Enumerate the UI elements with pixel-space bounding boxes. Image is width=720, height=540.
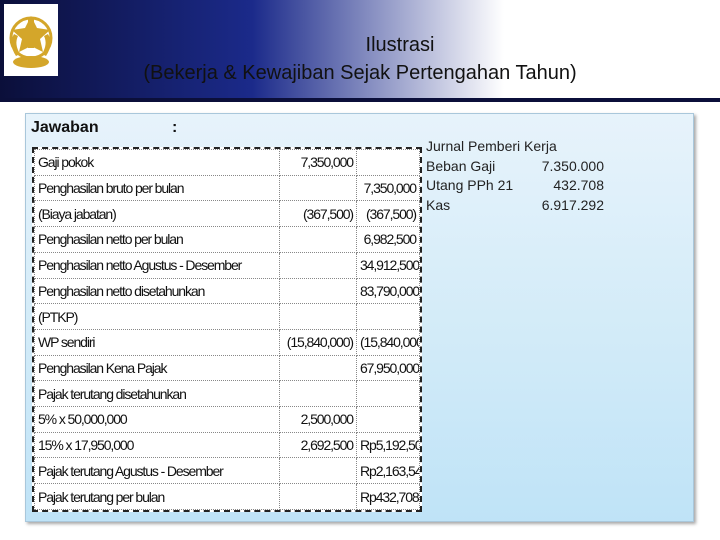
row-total: Rp5,192,500.00 <box>356 431 420 459</box>
row-label: Penghasilan netto Agustus - Desember <box>34 251 280 279</box>
answer-label: Jawaban <box>31 119 99 136</box>
row-value <box>279 303 357 330</box>
row-label: Pajak terutang Agustus - Desember <box>34 457 280 485</box>
table-row: Pajak terutang Agustus - Desember Rp2,16… <box>34 457 420 485</box>
row-total: Rp432,708.33 <box>356 483 420 510</box>
row-value <box>279 174 357 202</box>
row-value: 7,350,000 <box>279 149 357 176</box>
row-total <box>356 380 420 408</box>
table-row: Penghasilan netto per bulan 6,982,500 <box>34 226 420 253</box>
journal-amount: 7.350.000 <box>541 157 604 174</box>
journal-amount: 6.917.292 <box>541 196 604 213</box>
row-total: Rp2,163,541.67 <box>356 457 420 485</box>
row-label: Pajak terutang disetahunkan <box>34 380 280 408</box>
row-total: 7,350,000 <box>356 174 420 202</box>
row-label: Penghasilan Kena Pajak <box>34 354 280 382</box>
row-total: 6,982,500 <box>356 226 420 253</box>
journal-title: Jurnal Pemberi Kerja <box>426 138 557 154</box>
row-label: Gaji pokok <box>34 149 280 176</box>
row-value <box>279 457 357 485</box>
journal-row: Utang PPh 21 432.708 <box>426 176 626 196</box>
row-total <box>356 149 420 176</box>
row-value <box>279 354 357 382</box>
answer-colon: : <box>172 119 178 136</box>
table-row: Penghasilan bruto per bulan 7,350,000 <box>34 174 420 202</box>
slide-subtitle: (Bekerja & Kewajiban Sejak Pertengahan T… <box>143 62 577 84</box>
table-row: Gaji pokok 7,350,000 <box>34 149 420 176</box>
row-value: (367,500) <box>279 200 357 228</box>
row-value <box>279 226 357 253</box>
row-total: 34,912,500 <box>356 251 420 279</box>
table-row: (PTKP) <box>34 303 420 330</box>
table-row: Pajak terutang disetahunkan <box>34 380 420 408</box>
row-label: 15% x 17,950,000 <box>34 431 280 459</box>
row-total <box>356 303 420 330</box>
row-value <box>279 251 357 279</box>
row-value: 2,500,000 <box>279 406 357 433</box>
journal-row: Beban Gaji 7.350.000 <box>426 157 626 177</box>
row-value <box>279 483 357 510</box>
row-value <box>279 277 357 305</box>
row-total: 83,790,000 <box>356 277 420 305</box>
row-total: (15,840,000) <box>356 328 420 356</box>
tax-calculation-table: Gaji pokok 7,350,000 Penghasilan bruto p… <box>32 147 422 512</box>
table-row: (Biaya jabatan) (367,500) (367,500) <box>34 200 420 228</box>
row-value: (15,840,000) <box>279 328 357 356</box>
row-total: 67,950,000 <box>356 354 420 382</box>
table-row: WP sendiri (15,840,000) (15,840,000) <box>34 328 420 356</box>
table-row: Penghasilan Kena Pajak 67,950,000 <box>34 354 420 382</box>
table-row: 15% x 17,950,000 2,692,500 Rp5,192,500.0… <box>34 431 420 459</box>
journal-account: Kas <box>426 196 451 213</box>
journal-row: Kas 6.917.292 <box>426 196 626 216</box>
slide-title: Ilustrasi <box>365 34 435 56</box>
table-row: Penghasilan netto disetahunkan 83,790,00… <box>34 277 420 305</box>
row-label: WP sendiri <box>34 328 280 356</box>
row-label: Penghasilan bruto per bulan <box>34 174 280 202</box>
journal-entry: Jurnal Pemberi Kerja Beban Gaji 7.350.00… <box>426 137 626 215</box>
row-label: Pajak terutang per bulan <box>34 483 280 510</box>
row-total: (367,500) <box>356 200 420 228</box>
row-value <box>279 380 357 408</box>
journal-account: Utang PPh 21 <box>426 177 514 193</box>
tax-table: Gaji pokok 7,350,000 Penghasilan bruto p… <box>34 149 420 510</box>
table-row: Penghasilan netto Agustus - Desember 34,… <box>34 251 420 279</box>
row-label: (PTKP) <box>34 303 280 330</box>
row-label: Penghasilan netto per bulan <box>34 226 280 253</box>
row-label: Penghasilan netto disetahunkan <box>34 277 280 305</box>
row-value: 2,692,500 <box>279 431 357 459</box>
header-divider <box>0 98 720 102</box>
row-label: (Biaya jabatan) <box>34 200 280 228</box>
row-label: 5% x 50,000,000 <box>34 406 280 433</box>
table-row: Pajak terutang per bulan Rp432,708.33 <box>34 483 420 510</box>
journal-amount: 432.708 <box>553 177 604 193</box>
journal-account: Beban Gaji <box>426 157 496 174</box>
table-row: 5% x 50,000,000 2,500,000 <box>34 406 420 433</box>
row-total <box>356 406 420 433</box>
